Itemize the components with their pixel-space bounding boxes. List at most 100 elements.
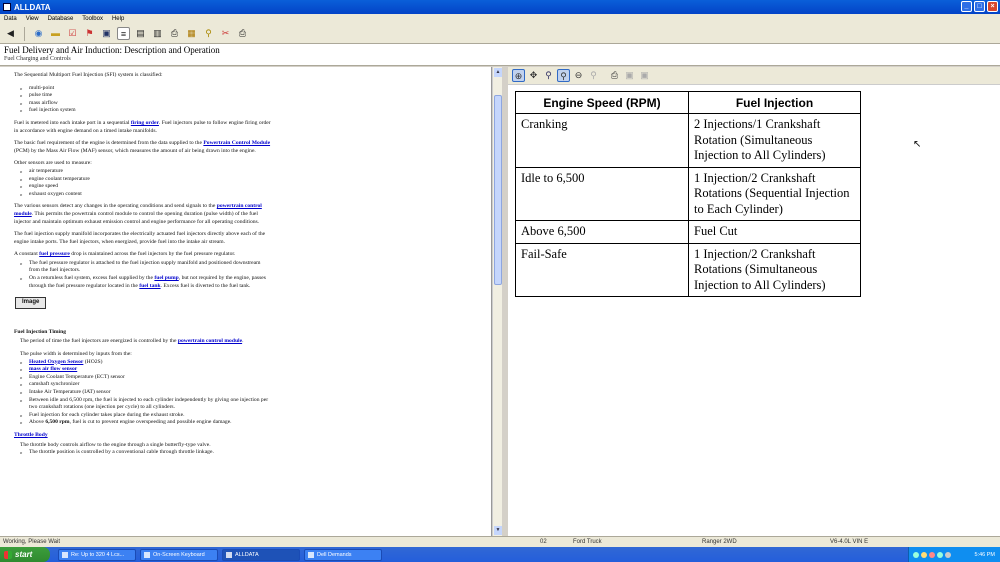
taskbar-item[interactable]: Re: Up to 320 4 Lcs... bbox=[58, 548, 136, 561]
windows-flag-icon bbox=[4, 550, 12, 559]
security-icon[interactable] bbox=[929, 551, 935, 558]
pcm-link[interactable]: powertrain control module bbox=[178, 338, 242, 344]
table-cell: 1 Injection/2 Crankshaft Rotations (Sequ… bbox=[688, 166, 861, 221]
toolbar-separator bbox=[24, 26, 25, 41]
battery-icon[interactable] bbox=[945, 551, 951, 558]
list: multi-point pulse time mass airflow fuel… bbox=[20, 85, 272, 115]
image-icon: ▣ bbox=[640, 70, 649, 80]
text: . bbox=[242, 338, 244, 345]
scroll-down-arrow[interactable]: ▼ bbox=[494, 526, 502, 535]
task-label: Re: Up to 320 4 Lcs... bbox=[71, 551, 125, 558]
page-subtitle: Fuel Charging and Controls bbox=[4, 56, 71, 62]
car-icon[interactable]: ▣ bbox=[100, 27, 113, 40]
back-arrow-icon[interactable]: ◀ bbox=[4, 27, 17, 40]
print-icon[interactable]: ⎙ bbox=[608, 69, 621, 82]
update-icon[interactable] bbox=[937, 551, 943, 558]
menu-data[interactable]: Data bbox=[4, 16, 17, 22]
list-item: pulse time bbox=[20, 92, 272, 100]
scroll-thumb[interactable] bbox=[494, 95, 502, 285]
maximize-button[interactable]: □ bbox=[974, 1, 985, 12]
clock[interactable]: 5:46 PM bbox=[975, 552, 995, 558]
tools-icon[interactable]: ✂ bbox=[219, 27, 232, 40]
text: On a returnless fuel system, excess fuel… bbox=[29, 275, 155, 282]
folder-icon[interactable]: ▬ bbox=[49, 27, 62, 40]
table-cell: Fuel Cut bbox=[688, 220, 861, 244]
status-engine: V6-4.0L VIN E bbox=[830, 539, 869, 545]
checklist-icon[interactable]: ☑ bbox=[66, 27, 79, 40]
globe-icon[interactable]: ◉ bbox=[32, 27, 45, 40]
taskbar-item[interactable]: Dell Demands bbox=[304, 548, 382, 561]
maf-sensor-link[interactable]: mass air flow sensor bbox=[29, 366, 77, 372]
image-toolbar: ⊕ ✥ ⚲ ⚲ ⊖ ⚲ ⎙ ▣ ▣ bbox=[508, 67, 1000, 85]
app-icon bbox=[3, 3, 11, 11]
task-label: Dell Demands bbox=[317, 551, 352, 558]
zoom-in-icon[interactable]: ⊕ bbox=[512, 69, 525, 82]
section-heading: Fuel Injection Timing bbox=[14, 328, 67, 335]
fuel-pump-link[interactable]: fuel pump bbox=[154, 275, 178, 281]
zoom-area-icon[interactable]: ⚲ bbox=[542, 69, 555, 82]
task-label: ALLDATA bbox=[235, 551, 259, 558]
network-icon[interactable] bbox=[913, 551, 919, 558]
pan-icon[interactable]: ✥ bbox=[527, 69, 540, 82]
pin-icon[interactable]: ⚲ bbox=[202, 27, 215, 40]
copy-icon: ▣ bbox=[625, 70, 634, 80]
ho2s-link[interactable]: Heated Oxygen Sensor bbox=[29, 359, 83, 365]
mouse-cursor-icon: ↖ bbox=[913, 139, 922, 150]
menu-database[interactable]: Database bbox=[48, 16, 74, 22]
page-header: Fuel Delivery and Air Induction: Descrip… bbox=[0, 44, 1000, 66]
menu-toolbox[interactable]: Toolbox bbox=[82, 16, 103, 22]
page-title: Fuel Delivery and Air Induction: Descrip… bbox=[4, 45, 220, 55]
list-item: camshaft synchronizer bbox=[20, 381, 272, 389]
menu-view[interactable]: View bbox=[26, 16, 39, 22]
task-label: On-Screen Keyboard bbox=[153, 551, 205, 558]
window-title: ALLDATA bbox=[14, 2, 51, 12]
system-tray: 5:46 PM bbox=[908, 547, 1000, 562]
printer-icon[interactable]: ⎙ bbox=[168, 27, 181, 40]
taskbar-item[interactable]: ALLDATA bbox=[222, 548, 300, 561]
table-row: Above 6,500 Fuel Cut bbox=[515, 220, 861, 244]
app-icon bbox=[226, 551, 232, 558]
menu-help[interactable]: Help bbox=[112, 16, 124, 22]
text: . This permits the powertrain control mo… bbox=[14, 210, 260, 225]
image-button[interactable]: Image bbox=[15, 297, 47, 309]
print-icon[interactable]: ⎙ bbox=[236, 27, 249, 40]
status-message: Working, Please Wait bbox=[3, 539, 61, 545]
table-row: Idle to 6,500 1 Injection/2 Crankshaft R… bbox=[515, 166, 861, 221]
app-icon bbox=[308, 551, 314, 558]
image-pane: ⊕ ✥ ⚲ ⚲ ⊖ ⚲ ⎙ ▣ ▣ Engine Speed (RPM) Fue… bbox=[508, 67, 1000, 536]
minimize-button[interactable]: _ bbox=[961, 1, 972, 12]
article-scrollbar[interactable]: ▲ ▼ bbox=[492, 67, 502, 536]
paragraph: The fuel injection supply manifold incor… bbox=[14, 231, 266, 245]
window-title-bar: ALLDATA _ □ × bbox=[0, 0, 1000, 14]
table-cell: 1 Injection/2 Crankshaft Rotations (Simu… bbox=[688, 242, 861, 297]
list: Heated Oxygen Sensor (HO2S) mass air flo… bbox=[20, 359, 272, 427]
close-button[interactable]: × bbox=[987, 1, 998, 12]
text: drop is maintained across the fuel injec… bbox=[69, 251, 236, 258]
start-button[interactable]: start bbox=[0, 547, 50, 562]
print-preview-icon[interactable]: ▥ bbox=[151, 27, 164, 40]
article-pane[interactable]: The Sequential Multiport Fuel Injection … bbox=[0, 67, 492, 536]
list-item: On a returnless fuel system, excess fuel… bbox=[20, 275, 272, 290]
text: A constant bbox=[14, 251, 40, 258]
column-header: Fuel Injection bbox=[688, 91, 861, 114]
list-item: Between idle and 6,500 rpm, the fuel is … bbox=[20, 397, 272, 412]
fuel-tank-link[interactable]: fuel tank bbox=[139, 283, 160, 289]
volume-icon[interactable] bbox=[921, 551, 927, 558]
paragraph: The Sequential Multiport Fuel Injection … bbox=[14, 72, 163, 78]
document-icon[interactable]: ≡ bbox=[117, 27, 130, 40]
zoom-fit-icon[interactable]: ⚲ bbox=[557, 69, 570, 82]
flag-icon[interactable]: ⚑ bbox=[83, 27, 96, 40]
scroll-up-arrow[interactable]: ▲ bbox=[494, 68, 502, 77]
list-item: multi-point bbox=[20, 85, 272, 93]
table-row: Cranking 2 Injections/1 Crankshaft Rotat… bbox=[515, 113, 861, 168]
throttle-body-heading[interactable]: Throttle Body bbox=[14, 432, 272, 440]
article-content: The Sequential Multiport Fuel Injection … bbox=[14, 72, 272, 462]
taskbar-item[interactable]: On-Screen Keyboard bbox=[140, 548, 218, 561]
bookmark-icon[interactable]: ▤ bbox=[134, 27, 147, 40]
save-icon[interactable]: ▦ bbox=[185, 27, 198, 40]
firing-order-link[interactable]: firing order bbox=[131, 120, 159, 126]
zoom-out-icon[interactable]: ⊖ bbox=[572, 69, 585, 82]
pcm-link[interactable]: Powertrain Control Module bbox=[203, 140, 270, 146]
table-cell: Cranking bbox=[515, 113, 689, 168]
fuel-pressure-link[interactable]: fuel pressure bbox=[39, 251, 70, 257]
